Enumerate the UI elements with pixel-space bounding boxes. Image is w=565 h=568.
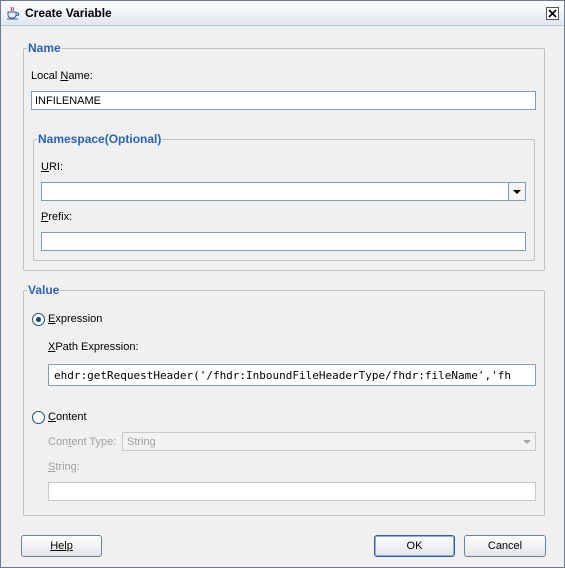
java-cup-icon [7, 6, 20, 20]
xpath-expression-input[interactable]: ehdr:getRequestHeader('/fhdr:InboundFile… [48, 364, 536, 386]
dialog-title: Create Variable [25, 6, 112, 20]
local-name-label: Local Name: [31, 70, 93, 82]
value-group-legend: Value [28, 283, 60, 297]
namespace-group-legend: Namespace(Optional) [38, 132, 162, 146]
close-icon [548, 9, 557, 18]
uri-dropdown-button[interactable] [508, 183, 525, 200]
uri-combo[interactable] [41, 182, 526, 201]
content-type-label: Content Type: [48, 436, 117, 448]
title-bar[interactable]: Create Variable [1, 1, 564, 26]
uri-label: URI: [41, 161, 64, 173]
help-button-label: Help [50, 540, 73, 552]
content-radio[interactable] [32, 411, 45, 424]
xpath-expression-label: XPath Expression: [48, 341, 139, 353]
content-type-value: String [127, 436, 156, 448]
string-label: String: [48, 461, 80, 473]
content-type-combo[interactable]: String [122, 432, 536, 451]
help-button[interactable]: Help [21, 535, 102, 557]
cancel-button-label: Cancel [487, 540, 523, 552]
expression-radio-label[interactable]: Expression [48, 313, 102, 325]
create-variable-dialog: Create Variable Name Local Name: INFILEN… [0, 0, 565, 568]
ok-button-label: OK [406, 540, 423, 552]
chevron-down-icon [523, 440, 531, 444]
cancel-button[interactable]: Cancel [464, 535, 546, 557]
prefix-input[interactable] [41, 232, 526, 251]
prefix-label: Prefix: [41, 211, 73, 223]
ok-button[interactable]: OK [374, 535, 455, 557]
local-name-input[interactable]: INFILENAME [31, 91, 536, 110]
string-input[interactable] [48, 482, 536, 501]
chevron-down-icon [513, 190, 521, 194]
radio-selected-dot [36, 317, 41, 322]
content-radio-label[interactable]: Content [48, 411, 87, 423]
close-button[interactable] [546, 7, 559, 20]
name-group-legend: Name [28, 41, 61, 55]
content-type-dropdown-button[interactable] [519, 433, 535, 450]
expression-radio[interactable] [32, 313, 45, 326]
